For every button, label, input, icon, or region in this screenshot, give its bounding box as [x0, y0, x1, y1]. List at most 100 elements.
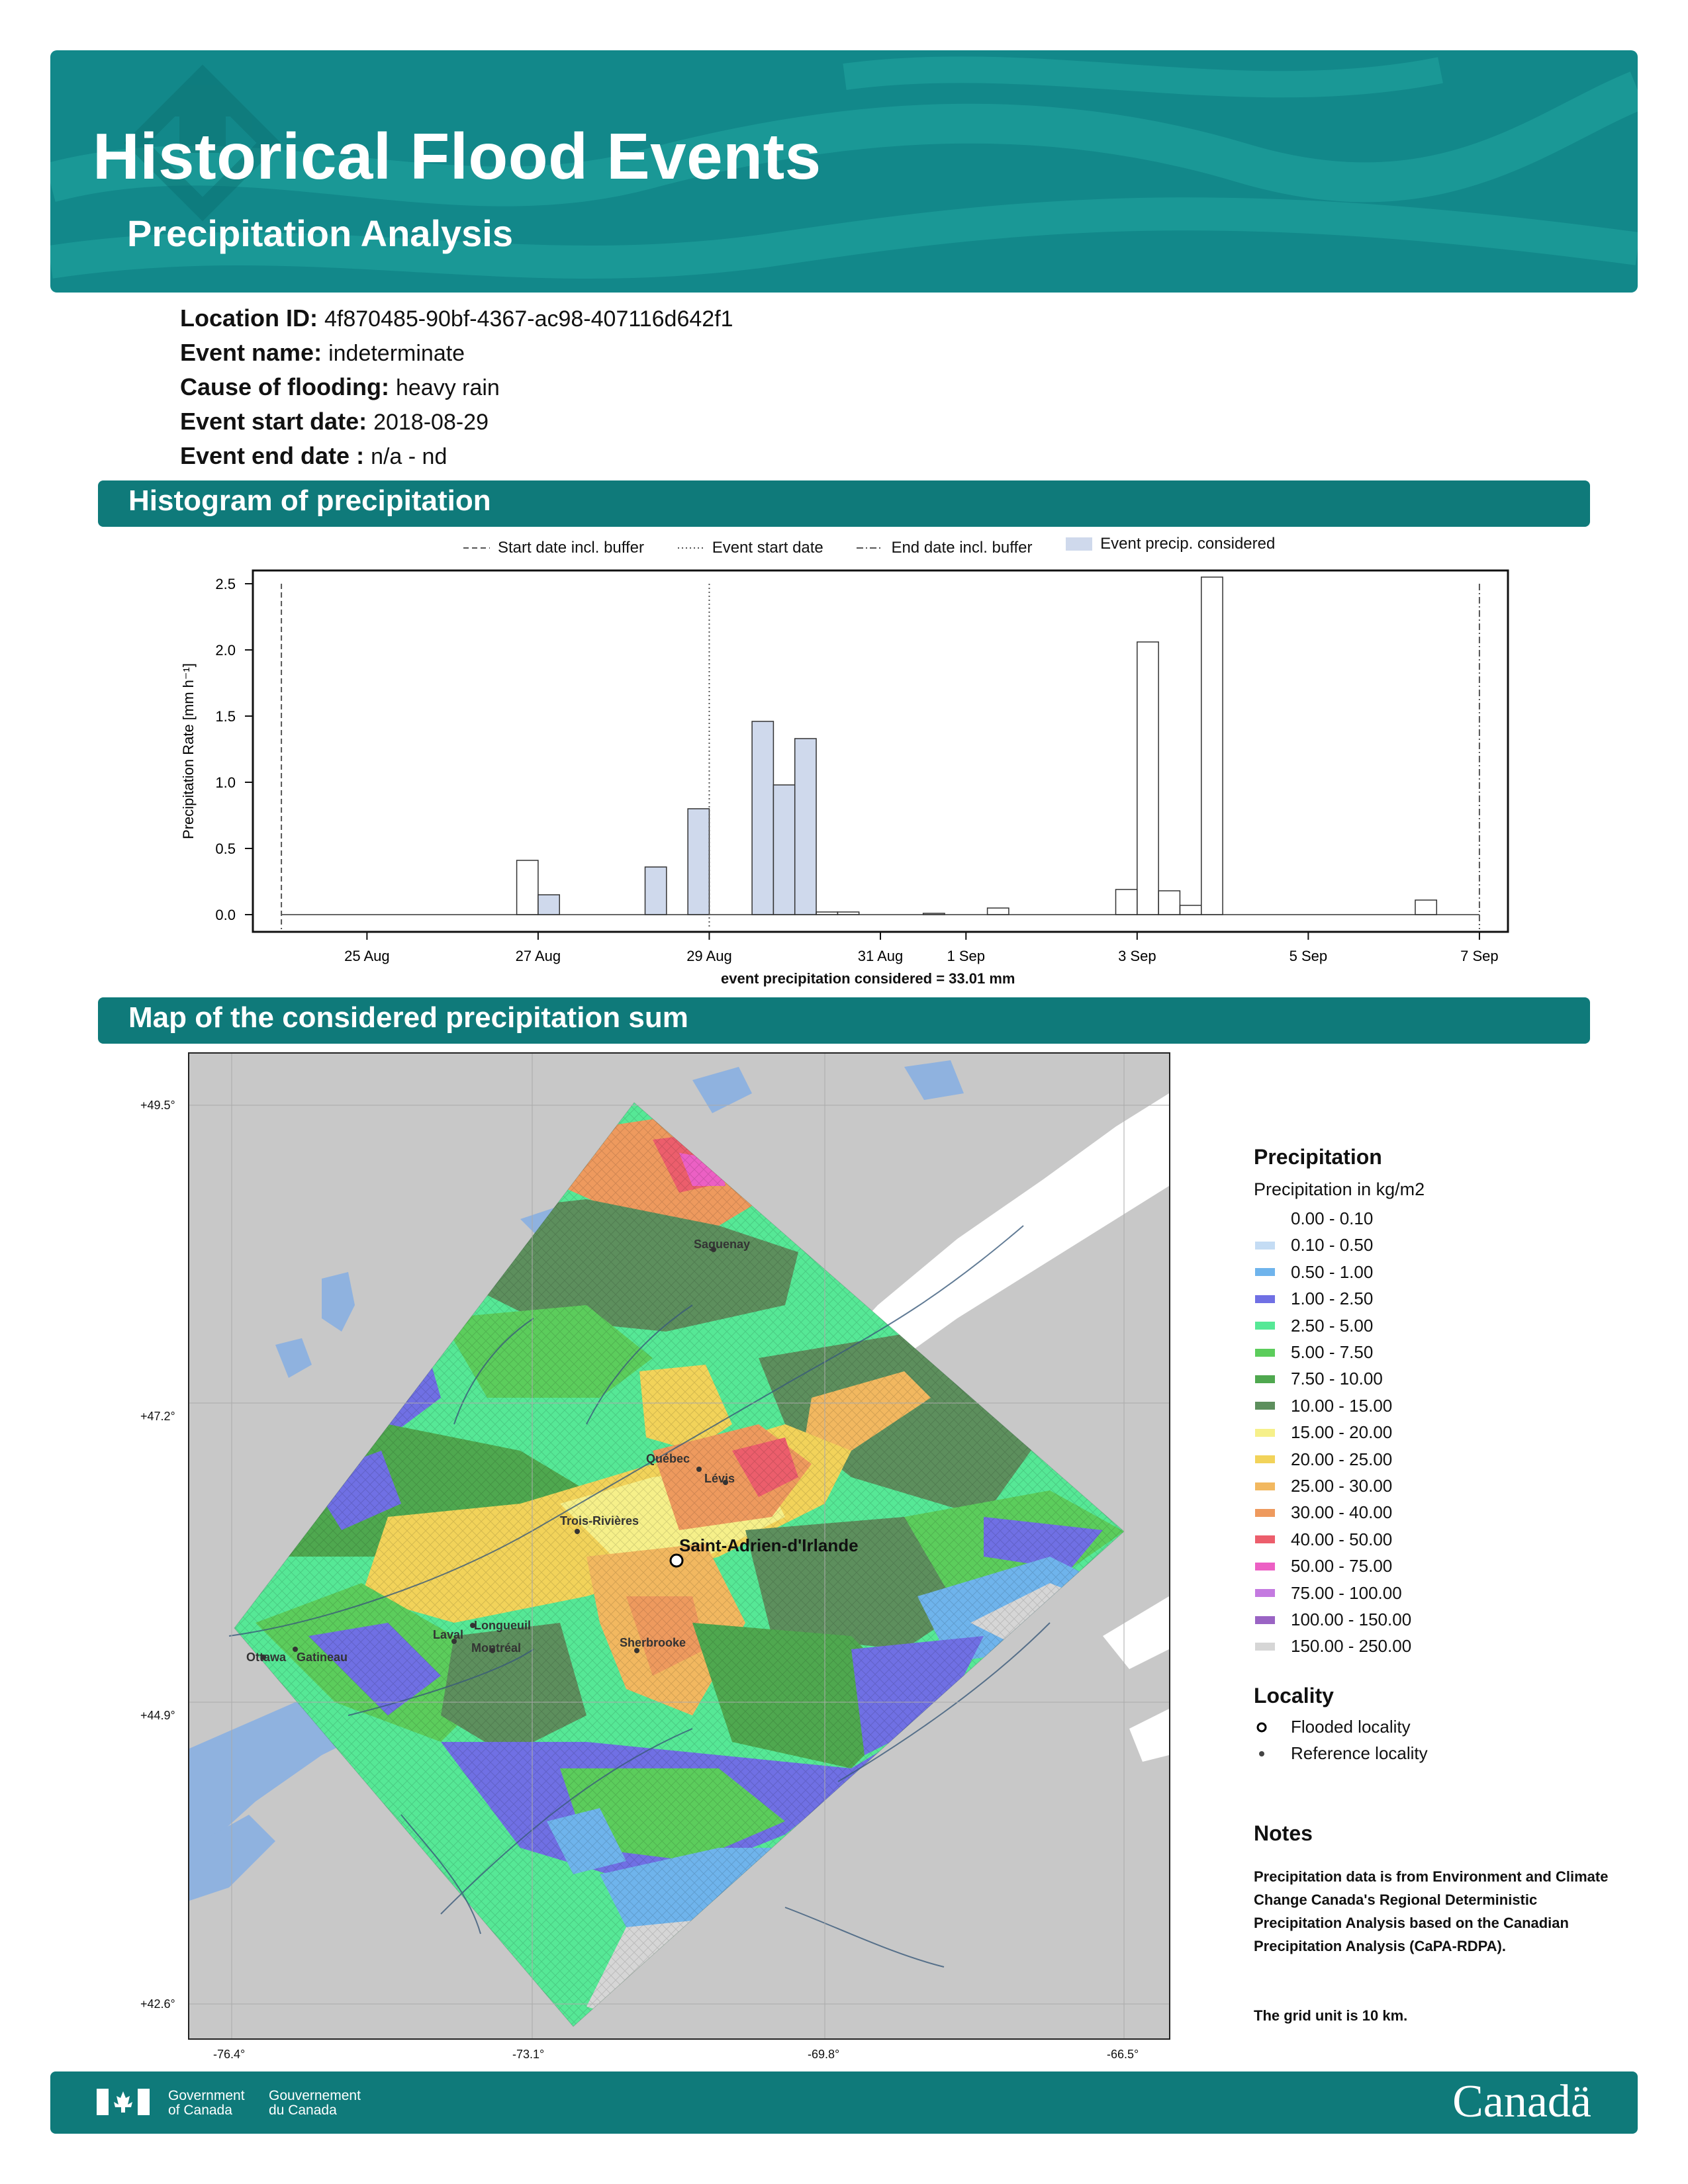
precip-legend-title: Precipitation [1254, 1145, 1382, 1169]
legend-class-row: 0.00 - 0.10 [1255, 1208, 1373, 1229]
x-tick-label: 5 Sep [1289, 948, 1328, 964]
precip-legend-subtitle: Precipitation in kg/m2 [1254, 1179, 1425, 1199]
legend-class-label: 15.00 - 20.00 [1291, 1422, 1393, 1443]
legend-class-label: 100.00 - 150.00 [1291, 1610, 1412, 1629]
histogram-caption: event precipitation considered = 33.01 m… [721, 970, 1015, 987]
lat-label: +47.2° [140, 1410, 175, 1423]
legend-swatch [1255, 1615, 1275, 1624]
x-tick-label: 31 Aug [858, 948, 904, 964]
histogram-bar [1137, 641, 1159, 915]
gov-en: Government of Canada [168, 2089, 245, 2118]
legend-swatch [1255, 1295, 1275, 1303]
legend-swatch [1255, 1589, 1275, 1598]
legend-label: Flooded locality [1291, 1717, 1411, 1737]
legend-swatch [1255, 1508, 1275, 1517]
city-label-sherbrooke: Sherbrooke [620, 1636, 686, 1649]
section-title-map: Map of the considered precipitation sum [98, 997, 1590, 1044]
legend-class-row: 15.00 - 20.00 [1255, 1422, 1392, 1443]
legend-class-row: 5.00 - 7.50 [1255, 1342, 1373, 1363]
city-label-longueuil: Longueuil [474, 1619, 531, 1632]
legend-class-row: 0.50 - 1.00 [1255, 1262, 1373, 1283]
y-tick-label: 0.0 [215, 907, 236, 923]
legend-class-row: 50.00 - 75.00 [1255, 1556, 1392, 1576]
legend-swatch [1255, 1268, 1275, 1277]
legend-class-label: 0.50 - 1.00 [1291, 1261, 1374, 1282]
legend-class-row: 30.00 - 40.00 [1255, 1502, 1392, 1523]
histogram-bar [794, 738, 817, 915]
legend-class-row: 150.00 - 250.00 [1255, 1636, 1411, 1657]
legend-class-label: 50.00 - 75.00 [1291, 1556, 1393, 1576]
legend-swatch [1255, 1214, 1275, 1223]
histogram-bar [1179, 905, 1202, 915]
city-label-trois-rivieres: Trois-Rivières [560, 1514, 639, 1527]
notes-text: Precipitation data is from Environment a… [1254, 1868, 1609, 1954]
canada-wordmark: Canadä [1452, 2076, 1591, 2127]
flooded-locality-marker [669, 1553, 684, 1568]
histogram-bar [1115, 889, 1138, 915]
legend-swatch [1255, 1428, 1275, 1437]
x-tick-label: 7 Sep [1460, 948, 1499, 964]
legend-class-label: 7.50 - 10.00 [1291, 1369, 1383, 1389]
lon-label: -76.4° [213, 2048, 246, 2061]
legend-swatch [1255, 1241, 1275, 1250]
legend-class-label: 0.10 - 0.50 [1291, 1235, 1374, 1255]
legend-class-label: 5.00 - 7.50 [1291, 1342, 1374, 1362]
legend-swatch [1255, 1482, 1275, 1490]
gov-fr-line: du Canada [269, 2103, 337, 2118]
legend-class-label: 0.00 - 0.10 [1291, 1208, 1374, 1228]
legend-class-label: 150.00 - 250.00 [1291, 1636, 1412, 1657]
y-tick-label: 2.0 [215, 642, 236, 659]
histogram-bar [644, 866, 667, 915]
notes-title: Notes [1254, 1821, 1313, 1845]
city-label-quebec: Québec [646, 1452, 690, 1465]
y-tick-label: 0.5 [215, 841, 236, 857]
city-label-montreal: Montréal [471, 1641, 522, 1655]
legend-class-label: 25.00 - 30.00 [1291, 1476, 1393, 1496]
legend-label: Reference locality [1291, 1743, 1428, 1763]
histogram-bar [1158, 890, 1181, 915]
legend-flooded-locality: Flooded locality [1255, 1717, 1411, 1737]
legend-class-row: 20.00 - 25.00 [1255, 1449, 1392, 1470]
legend-swatch [1255, 1322, 1275, 1330]
gov-fr-line: Gouvernement [269, 2088, 361, 2103]
y-axis-label: Precipitation Rate [mm h⁻¹] [180, 663, 197, 839]
legend-class-row: 1.00 - 2.50 [1255, 1289, 1373, 1309]
legend-class-label: 75.00 - 100.00 [1291, 1582, 1402, 1603]
histogram-bar [538, 894, 560, 915]
legend-swatch [1255, 1642, 1275, 1651]
lat-label: +44.9° [140, 1709, 175, 1722]
reference-locality-icon [1259, 1751, 1264, 1756]
legend-swatch [1255, 1375, 1275, 1383]
city-label-levis: Lévis [704, 1472, 735, 1485]
x-tick-label: 1 Sep [947, 948, 986, 964]
gov-en-line: of Canada [168, 2103, 232, 2118]
histogram-bar [1415, 899, 1438, 915]
city-label-saguenay: Saguenay [694, 1238, 751, 1251]
city-label-flooded: Saint-Adrien-d'Irlande [679, 1535, 859, 1555]
histogram-bar [773, 784, 796, 915]
legend-reference-locality: Reference locality [1255, 1743, 1428, 1764]
gov-en-line: Government [168, 2088, 245, 2103]
lon-label: -69.8° [808, 2048, 840, 2061]
legend-swatch [1255, 1562, 1275, 1570]
precipitation-histogram: 0.0 0.5 1.0 1.5 2.0 2.5 25 Aug 27 Aug 29 Aug 31 … [180, 569, 1509, 964]
lon-label: -66.5° [1107, 2048, 1139, 2061]
x-tick-label: 27 Aug [516, 948, 561, 964]
histogram-bar [1201, 576, 1223, 915]
histogram-bar [516, 860, 539, 915]
city-label-laval: Laval [433, 1628, 464, 1641]
histogram-bar [687, 808, 710, 915]
legend-class-row: 75.00 - 100.00 [1255, 1583, 1402, 1604]
x-tick-label: 3 Sep [1118, 948, 1156, 964]
y-tick-label: 2.5 [215, 576, 236, 592]
locality-legend-title: Locality [1254, 1684, 1334, 1707]
legend-class-row: 2.50 - 5.00 [1255, 1316, 1373, 1336]
canada-flag-icon [97, 2089, 150, 2115]
legend-swatch [1255, 1402, 1275, 1410]
gov-fr: Gouvernement du Canada [269, 2089, 361, 2118]
legend-class-row: 7.50 - 10.00 [1255, 1369, 1383, 1389]
legend-class-label: 2.50 - 5.00 [1291, 1315, 1374, 1336]
legend-class-label: 40.00 - 50.00 [1291, 1529, 1393, 1549]
x-tick-label: 25 Aug [344, 948, 390, 964]
lon-label: -73.1° [512, 2048, 545, 2061]
